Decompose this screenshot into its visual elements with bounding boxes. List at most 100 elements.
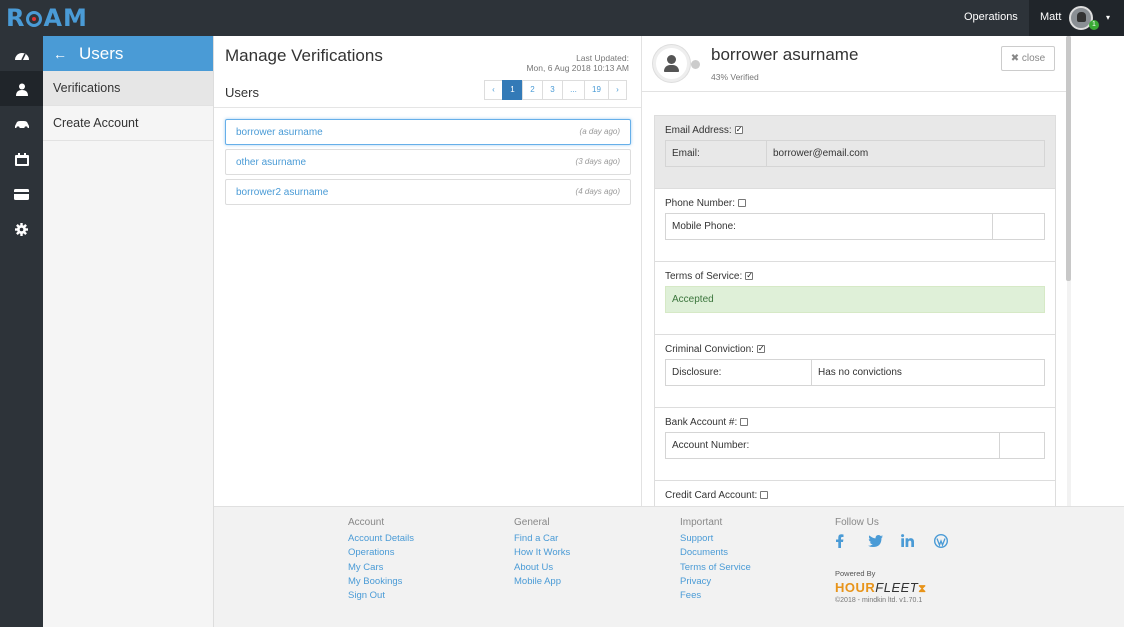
last-updated: Last Updated: Mon, 6 Aug 2018 10:13 AM bbox=[526, 53, 629, 73]
criminal-verified-checkbox[interactable]: ✓ bbox=[756, 345, 765, 353]
email-key: Email: bbox=[666, 141, 767, 166]
calendar-icon[interactable] bbox=[0, 141, 43, 176]
phone-section: Phone Number: Mobile Phone: bbox=[654, 188, 1056, 261]
email-value: borrower@email.com bbox=[773, 148, 869, 159]
users-sidebar: ← Users Verifications Create Account bbox=[43, 36, 214, 627]
pager-page-2[interactable]: 2 bbox=[522, 80, 543, 100]
bank-verified-checkbox[interactable] bbox=[740, 418, 749, 426]
bank-label: Bank Account #: bbox=[665, 417, 738, 428]
footer-link-about-us[interactable]: About Us bbox=[514, 561, 570, 575]
pager-prev[interactable]: ‹ bbox=[484, 80, 503, 100]
footer-account-column: Account Account Details Operations My Ca… bbox=[348, 517, 414, 603]
roam-logo[interactable]: R AM bbox=[6, 4, 88, 32]
footer-link-mobile-app[interactable]: Mobile App bbox=[514, 575, 570, 589]
footer-heading: General bbox=[514, 517, 550, 528]
pager-page-19[interactable]: 19 bbox=[584, 80, 609, 100]
linkedin-icon[interactable] bbox=[901, 534, 923, 551]
criminal-section: Criminal Conviction: ✓ Disclosure: Has no… bbox=[654, 334, 1056, 407]
tos-label: Terms of Service: bbox=[665, 271, 743, 282]
icon-sidebar bbox=[0, 36, 43, 627]
facebook-icon[interactable] bbox=[835, 534, 857, 551]
sidebar-title: Users bbox=[79, 44, 124, 63]
footer-link-operations[interactable]: Operations bbox=[348, 546, 414, 560]
email-section: Email Address: ✓ Email: borrower@email.co… bbox=[654, 115, 1056, 188]
dashboard-icon[interactable] bbox=[0, 36, 43, 71]
last-updated-label: Last Updated: bbox=[576, 53, 629, 63]
pager-page-1[interactable]: 1 bbox=[502, 80, 523, 100]
close-button[interactable]: ✖ close bbox=[1001, 46, 1055, 71]
email-label: Email Address: bbox=[665, 125, 732, 136]
brand-fleet: FLEET bbox=[875, 580, 919, 595]
user-detail-panel: borrower asurname 43% Verified ✖ close E… bbox=[641, 36, 1067, 506]
nav-operations[interactable]: Operations bbox=[964, 11, 1018, 23]
pager-page-3[interactable]: 3 bbox=[542, 80, 563, 100]
user-menu[interactable]: Matt 1 ▾ bbox=[1029, 0, 1124, 36]
footer-link-fees[interactable]: Fees bbox=[680, 589, 751, 603]
user-name-link[interactable]: borrower asurname bbox=[236, 127, 323, 138]
social-links bbox=[835, 533, 967, 551]
phone-key: Mobile Phone: bbox=[666, 214, 993, 239]
logo-o-icon bbox=[26, 11, 43, 27]
disclosure-value: Has no convictions bbox=[818, 367, 902, 378]
footer-link-my-bookings[interactable]: My Bookings bbox=[348, 575, 414, 589]
credit-card-verified-checkbox[interactable] bbox=[760, 491, 769, 499]
car-icon[interactable] bbox=[0, 106, 43, 141]
list-item[interactable]: borrower asurname (a day ago) bbox=[225, 119, 631, 145]
tos-accepted-status: Accepted bbox=[665, 286, 1045, 313]
footer-link-account-details[interactable]: Account Details bbox=[348, 532, 414, 546]
phone-verified-checkbox[interactable] bbox=[738, 199, 747, 207]
footer-link-terms-of-service[interactable]: Terms of Service bbox=[680, 561, 751, 575]
footer-link-privacy[interactable]: Privacy bbox=[680, 575, 751, 589]
verifications-panel: Manage Verifications Last Updated: Mon, … bbox=[214, 36, 641, 506]
sidebar-header[interactable]: ← Users bbox=[43, 36, 213, 71]
tos-verified-checkbox[interactable]: ✓ bbox=[745, 272, 754, 280]
avatar-status-badge bbox=[691, 60, 700, 69]
user-name-link[interactable]: borrower2 asurname bbox=[236, 187, 328, 198]
user-icon[interactable] bbox=[0, 71, 43, 106]
footer-link-how-it-works[interactable]: How It Works bbox=[514, 546, 570, 560]
credit-card-icon[interactable] bbox=[0, 176, 43, 211]
divider bbox=[214, 107, 641, 108]
pager-next[interactable]: › bbox=[608, 80, 627, 100]
footer-heading: Important bbox=[680, 517, 723, 528]
detail-user-name: borrower asurname bbox=[711, 45, 859, 64]
email-row: Email: borrower@email.com bbox=[665, 140, 1045, 167]
hourfleet-logo[interactable]: HOURFLEET⧗ bbox=[835, 580, 926, 596]
powered-by-label: Powered By bbox=[835, 569, 876, 578]
footer-link-support[interactable]: Support bbox=[680, 532, 751, 546]
copyright: ©2018 - mindkin ltd. v1.70.1 bbox=[835, 597, 923, 604]
disclosure-key: Disclosure: bbox=[666, 360, 812, 385]
verification-sections: Email Address: ✓ Email: borrower@email.co… bbox=[654, 115, 1056, 506]
list-item[interactable]: borrower2 asurname (4 days ago) bbox=[225, 179, 631, 205]
footer-follow-column: Follow Us bbox=[835, 517, 967, 551]
footer-link-my-cars[interactable]: My Cars bbox=[348, 561, 414, 575]
pager-ellipsis: ... bbox=[562, 80, 585, 100]
back-arrow-icon[interactable]: ← bbox=[53, 46, 67, 62]
last-updated-value: Mon, 6 Aug 2018 10:13 AM bbox=[526, 63, 629, 73]
tos-section: Terms of Service: ✓ Accepted bbox=[654, 261, 1056, 334]
twitter-icon[interactable] bbox=[868, 534, 890, 551]
users-list: borrower asurname (a day ago) other asur… bbox=[225, 119, 631, 209]
footer-link-documents[interactable]: Documents bbox=[680, 546, 751, 560]
user-name-link[interactable]: other asurname bbox=[236, 157, 306, 168]
chevron-down-icon: ▾ bbox=[1106, 13, 1111, 22]
detail-scrollbar[interactable] bbox=[1066, 36, 1071, 281]
powered-by: Powered By HOURFLEET⧗ ©2018 - mindkin lt… bbox=[835, 569, 926, 604]
email-verified-checkbox[interactable]: ✓ bbox=[734, 126, 743, 134]
users-label: Users bbox=[225, 85, 259, 100]
criminal-row: Disclosure: Has no convictions bbox=[665, 359, 1045, 386]
verified-percentage: 43% Verified bbox=[711, 72, 759, 82]
sidebar-item-verifications[interactable]: Verifications bbox=[43, 71, 213, 106]
phone-row: Mobile Phone: bbox=[665, 213, 1045, 240]
notification-badge: 1 bbox=[1089, 20, 1099, 30]
gear-icon[interactable] bbox=[0, 211, 43, 246]
wordpress-icon[interactable] bbox=[933, 533, 956, 551]
user-time-ago: (a day ago) bbox=[579, 127, 620, 136]
list-item[interactable]: other asurname (3 days ago) bbox=[225, 149, 631, 175]
footer-link-sign-out[interactable]: Sign Out bbox=[348, 589, 414, 603]
sidebar-item-create-account[interactable]: Create Account bbox=[43, 106, 213, 141]
user-avatar-icon bbox=[653, 45, 690, 82]
footer-link-find-a-car[interactable]: Find a Car bbox=[514, 532, 570, 546]
page-title: Manage Verifications bbox=[225, 46, 383, 65]
detail-header: borrower asurname 43% Verified ✖ close bbox=[642, 36, 1067, 92]
